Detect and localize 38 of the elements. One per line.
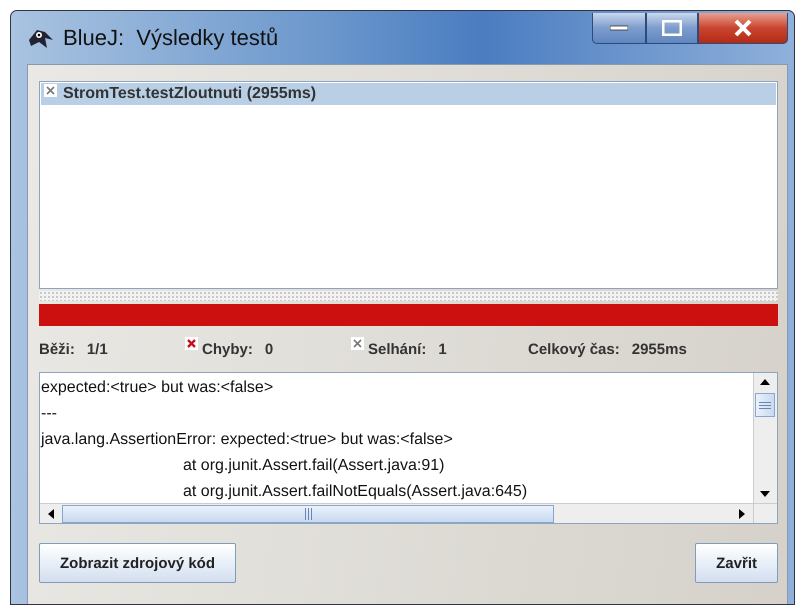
maximize-icon [662, 20, 682, 36]
grip-icon [759, 402, 771, 408]
stat-label: Celkový čas: [528, 340, 620, 358]
cross-icon [44, 84, 57, 97]
horizontal-scrollbar[interactable] [40, 503, 753, 523]
output-line: at org.junit.Assert.fail(Assert.java:91) [182, 456, 446, 476]
close-icon [733, 19, 753, 37]
close-button[interactable] [698, 13, 788, 44]
window-title: BlueJ: Výsledky testů [63, 24, 280, 50]
output-line: --- [41, 404, 58, 424]
stat-label: Běži: [39, 340, 75, 358]
scroll-thumb[interactable] [755, 393, 775, 417]
stat-value: 2955ms [632, 340, 687, 358]
maximize-button[interactable] [646, 13, 698, 44]
stat-label: Chyby: [202, 340, 253, 358]
close-dialog-button[interactable]: Zavřit [695, 543, 778, 583]
stat-value: 0 [264, 340, 274, 358]
output-line: expected:<true> but was:<false> [41, 378, 274, 398]
stat-value: 1/1 [86, 340, 108, 358]
minimize-icon [610, 25, 628, 31]
down-arrow-icon [760, 491, 770, 497]
output-line: java.lang.AssertionError: expected:<true> but was:<false> [41, 430, 454, 450]
vertical-scrollbar[interactable] [753, 373, 777, 503]
show-source-button[interactable]: Zobrazit zdrojový kód [39, 543, 236, 583]
stat-label: Selhání: [368, 340, 426, 358]
cross-icon [185, 336, 198, 350]
scroll-thumb[interactable] [62, 504, 554, 522]
minimize-button[interactable] [592, 13, 646, 44]
stat-value: 1 [438, 340, 447, 358]
left-arrow-icon [48, 508, 54, 518]
scrollbar-corner [753, 503, 777, 523]
right-arrow-icon [739, 508, 745, 518]
cross-icon [351, 336, 364, 350]
output-line: at org.junit.Assert.failNotEquals(Assert.java:645) [182, 482, 528, 502]
grip-icon [304, 508, 312, 520]
splitter[interactable] [39, 291, 778, 301]
test-item[interactable]: StromTest.testZloutnuti (2955ms) [41, 83, 776, 105]
up-arrow-icon [760, 379, 770, 385]
